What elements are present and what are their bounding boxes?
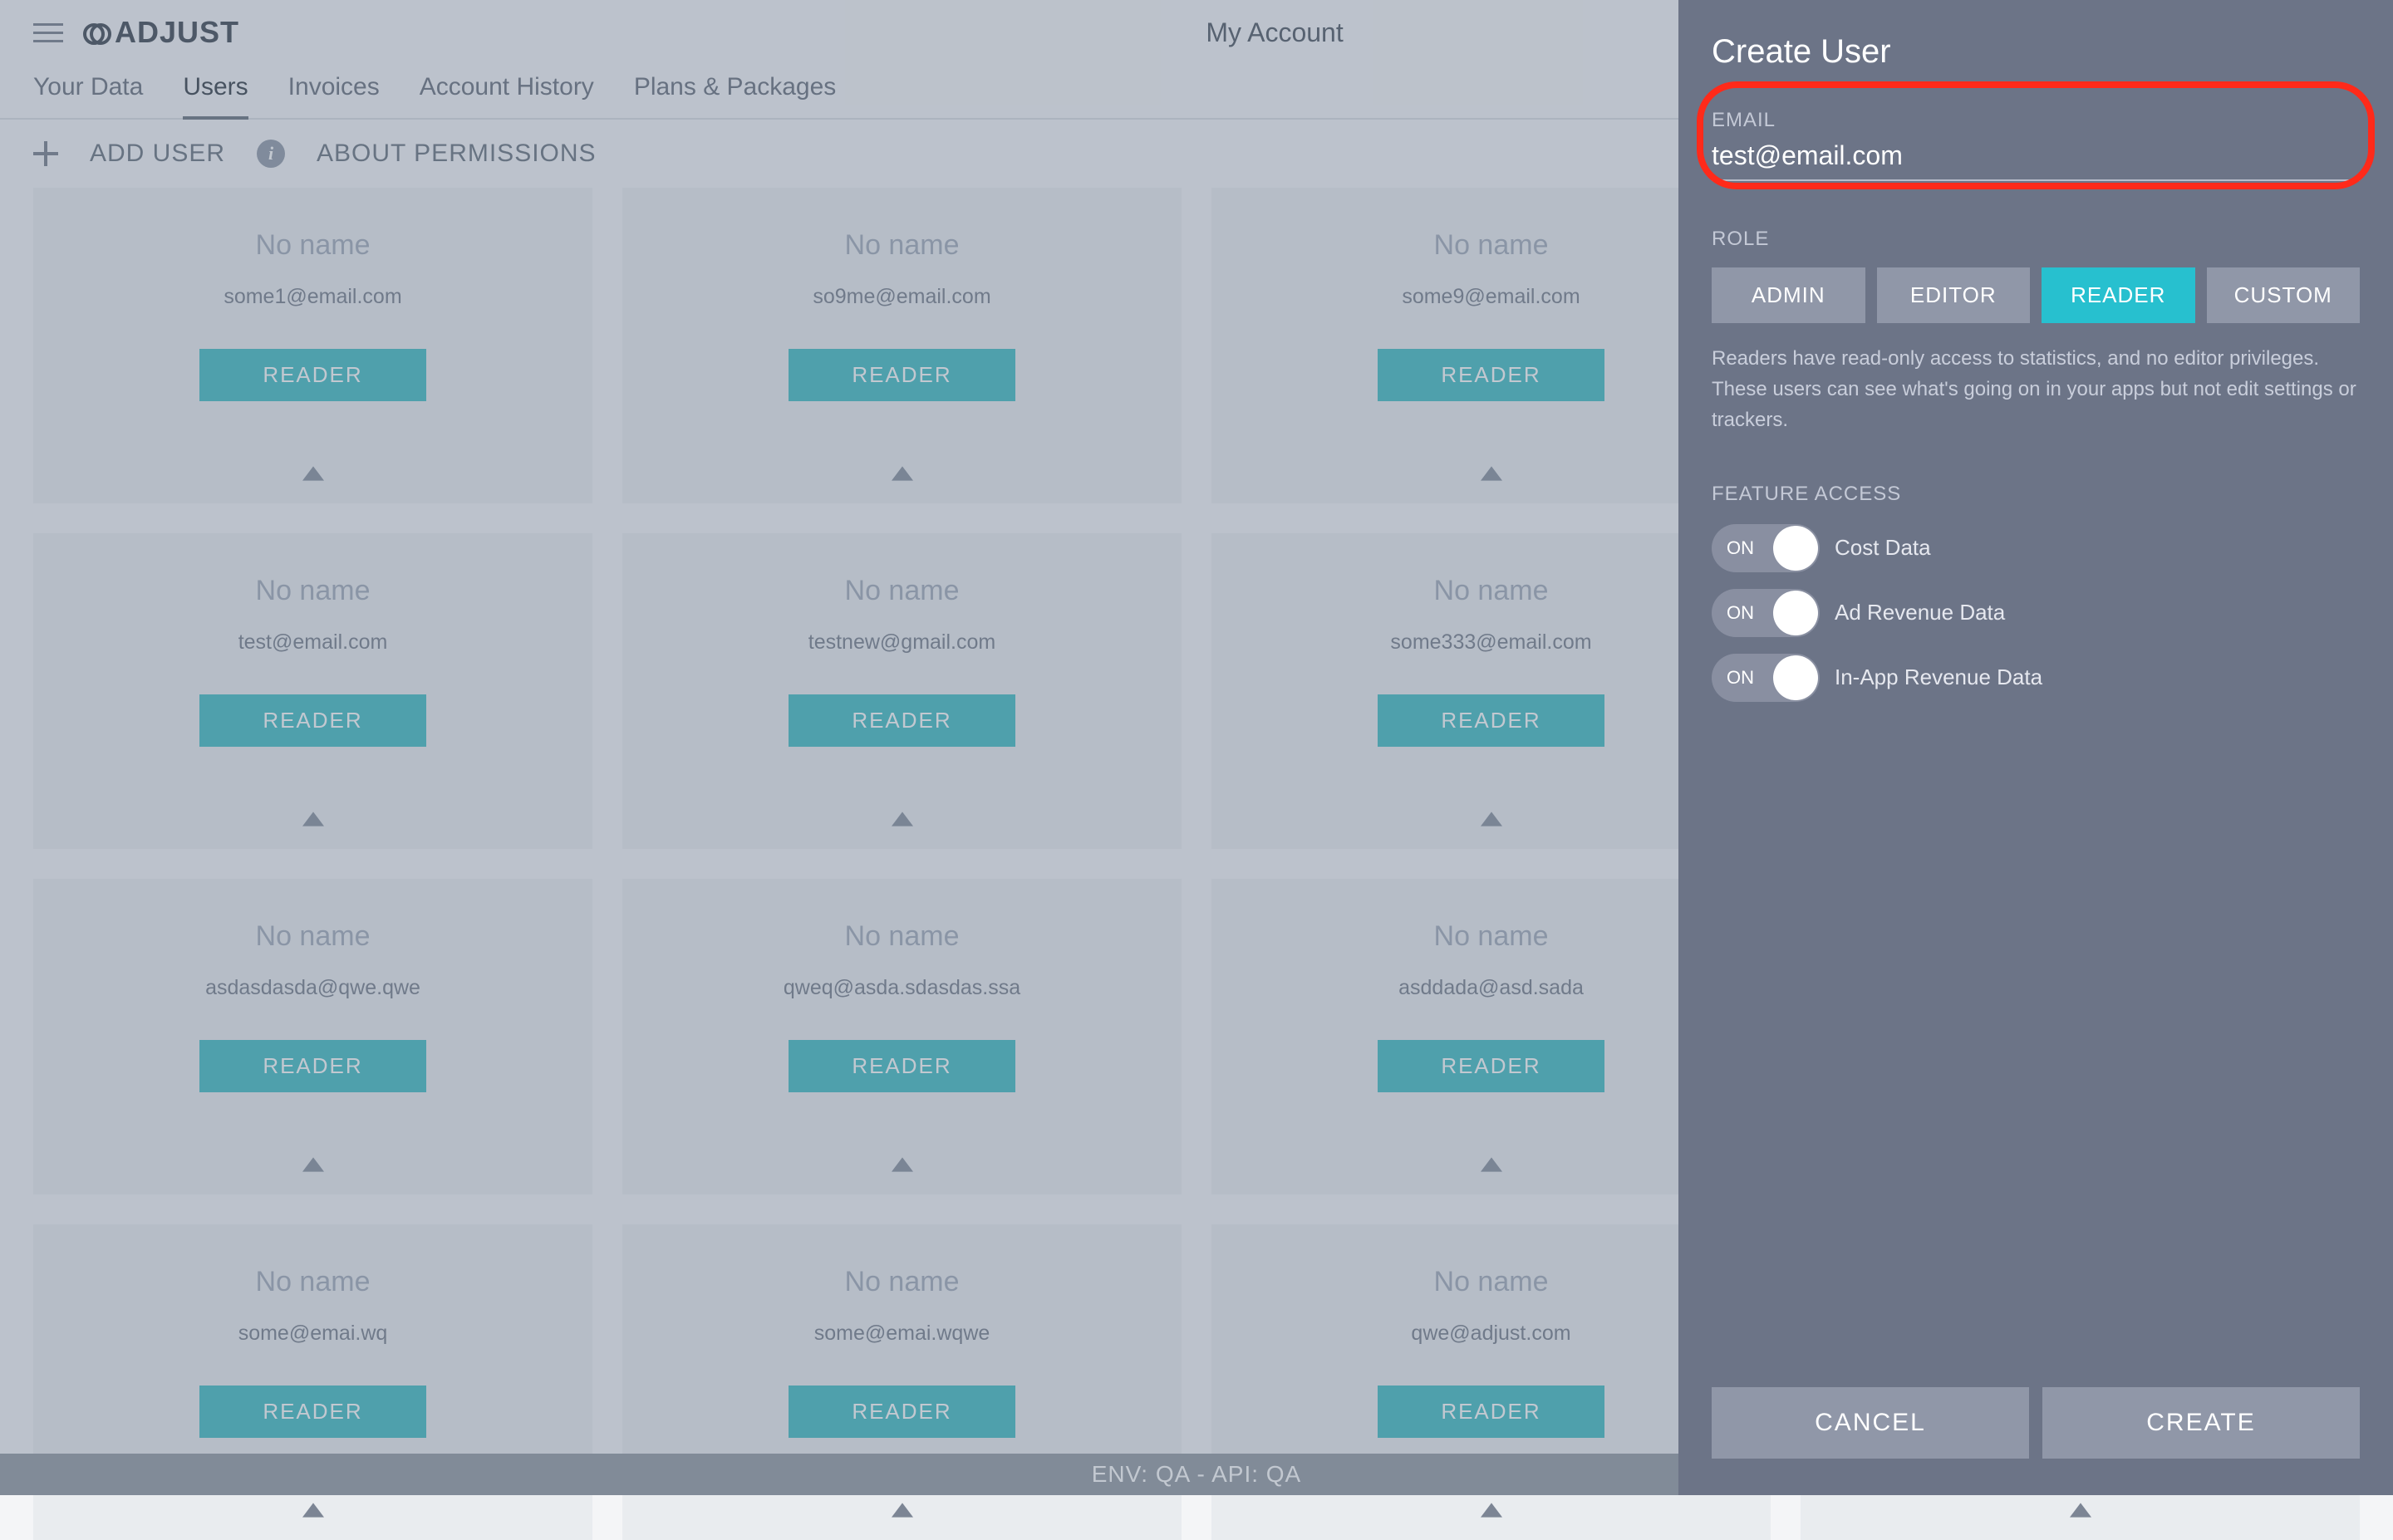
feature-row: ON Cost Data: [1712, 524, 2360, 572]
toggle-on-label: ON: [1727, 602, 1754, 624]
panel-title: Create User: [1712, 33, 2360, 71]
email-input[interactable]: [1712, 137, 2360, 181]
role-options: ADMINEDITORREADERCUSTOM: [1712, 267, 2360, 323]
role-option-admin[interactable]: ADMIN: [1712, 267, 1865, 323]
feature-label: In-App Revenue Data: [1835, 665, 2042, 690]
toggle-knob: [1773, 655, 1818, 700]
feature-label: Cost Data: [1835, 535, 1931, 561]
role-option-reader[interactable]: READER: [2042, 267, 2195, 323]
expand-icon[interactable]: [33, 1500, 592, 1540]
role-label: ROLE: [1712, 228, 2360, 251]
feature-label: Ad Revenue Data: [1835, 600, 2005, 625]
role-option-editor[interactable]: EDITOR: [1877, 267, 2031, 323]
expand-icon[interactable]: [1801, 1500, 2360, 1540]
feature-access-label: FEATURE ACCESS: [1712, 483, 2360, 506]
expand-icon[interactable]: [1211, 1500, 1771, 1540]
panel-footer: CANCEL CREATE: [1712, 1357, 2360, 1495]
feature-section: FEATURE ACCESS ON Cost Data ON Ad Revenue D…: [1712, 483, 2360, 719]
feature-row: ON Ad Revenue Data: [1712, 589, 2360, 637]
toggle-knob: [1773, 526, 1818, 571]
feature-toggle[interactable]: ON: [1712, 524, 1820, 572]
toggle-knob: [1773, 591, 1818, 635]
create-button[interactable]: CREATE: [2042, 1387, 2360, 1459]
toggle-on-label: ON: [1727, 667, 1754, 689]
create-user-panel: Create User EMAIL ROLE ADMINEDITORREADER…: [1678, 0, 2393, 1495]
feature-toggle[interactable]: ON: [1712, 589, 1820, 637]
feature-list: ON Cost Data ON Ad Revenue Data ON In-App Rev…: [1712, 524, 2360, 702]
role-section: ROLE ADMINEDITORREADERCUSTOM Readers hav…: [1712, 228, 2360, 436]
feature-toggle[interactable]: ON: [1712, 654, 1820, 702]
feature-row: ON In-App Revenue Data: [1712, 654, 2360, 702]
toggle-on-label: ON: [1727, 537, 1754, 559]
email-field-group: EMAIL: [1712, 109, 2360, 181]
email-label: EMAIL: [1712, 109, 2360, 132]
cancel-button[interactable]: CANCEL: [1712, 1387, 2029, 1459]
role-description: Readers have read-only access to statist…: [1712, 343, 2360, 436]
role-option-custom[interactable]: CUSTOM: [2207, 267, 2361, 323]
page-root: ADJUST My Account Your DataUsersInvoices…: [0, 0, 2393, 1495]
expand-icon[interactable]: [622, 1500, 1182, 1540]
